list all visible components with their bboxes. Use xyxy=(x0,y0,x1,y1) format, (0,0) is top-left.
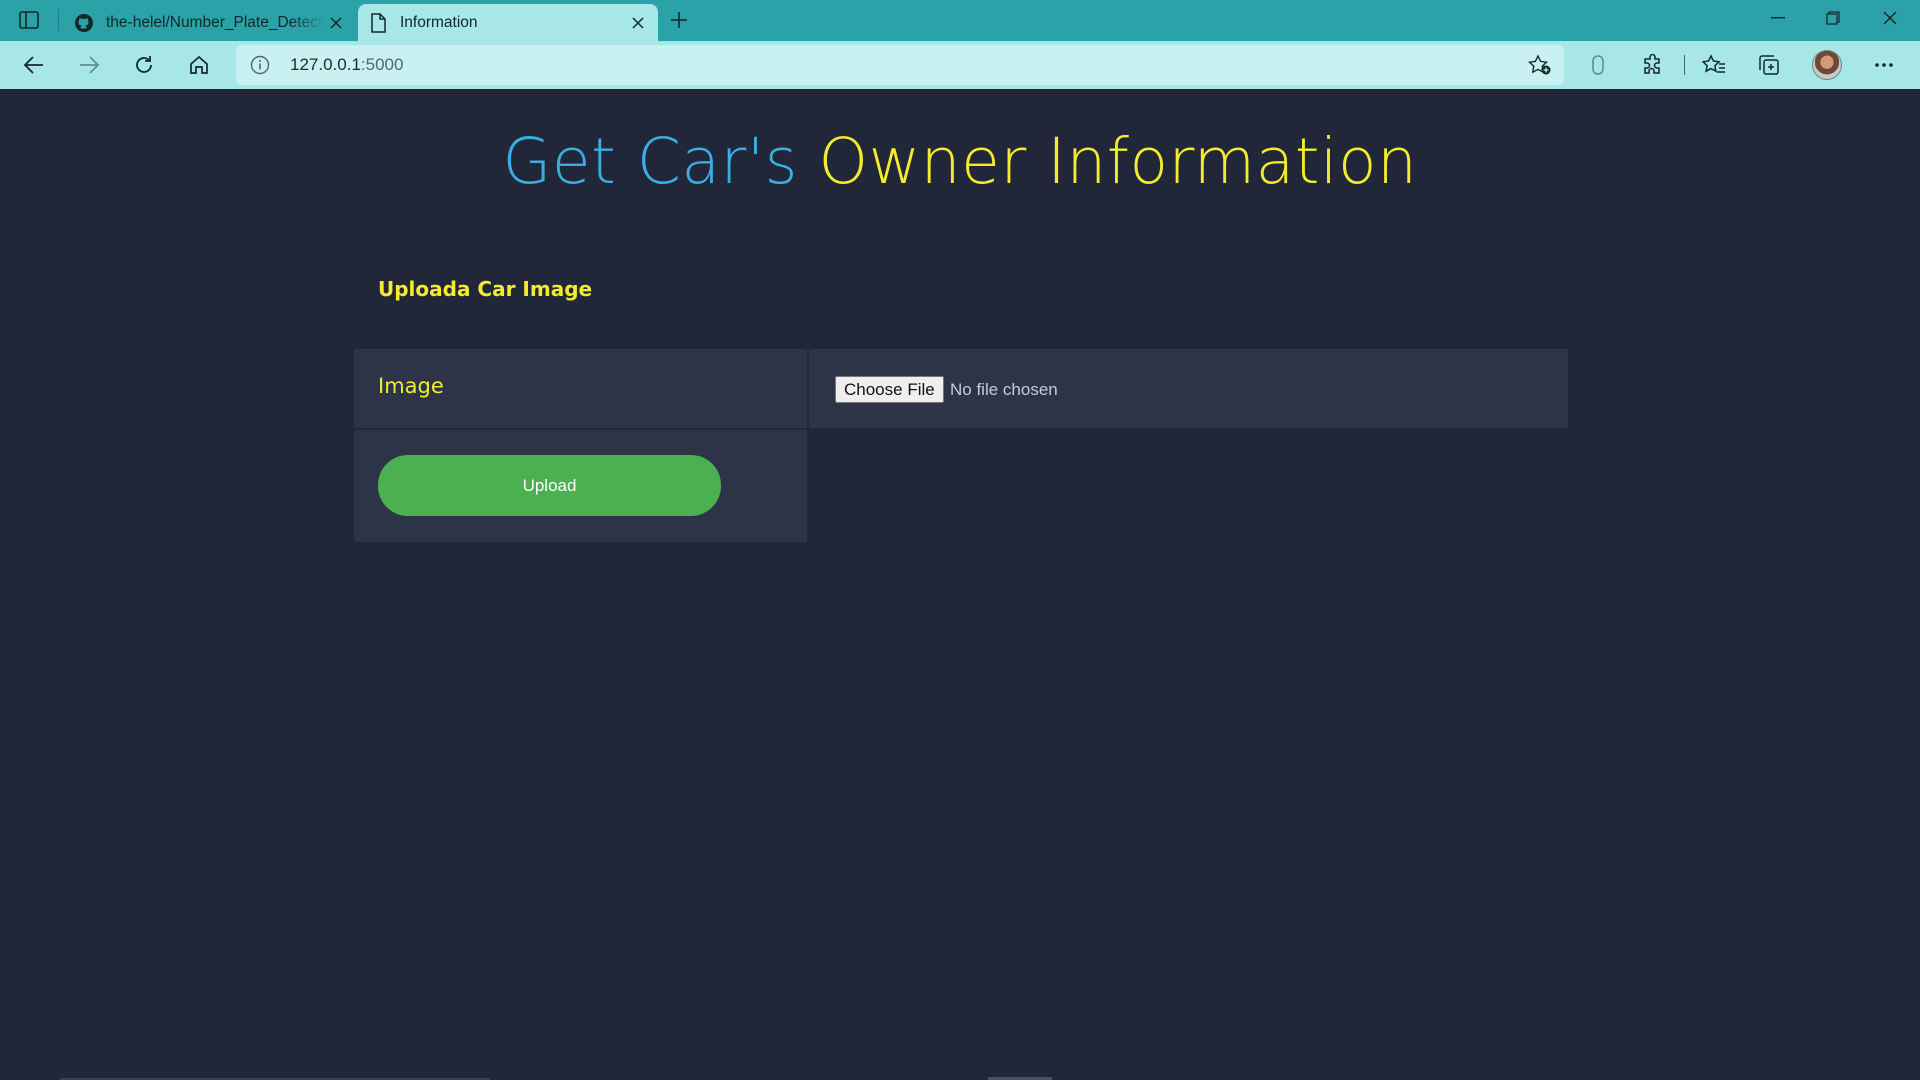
image-label-cell: Image xyxy=(354,349,807,428)
tab-actions-icon[interactable] xyxy=(14,8,44,32)
url-host: 127.0.0.1 xyxy=(290,55,361,74)
more-options-icon[interactable] xyxy=(1866,47,1902,83)
page-title-part2: Owner Information xyxy=(818,125,1418,198)
browser-toolbar: 127.0.0.1:5000 xyxy=(0,41,1920,89)
collections-icon[interactable] xyxy=(1751,47,1787,83)
tab-information[interactable]: Information xyxy=(358,4,658,41)
tab-github[interactable]: the-helel/Number_Plate_Detection xyxy=(64,4,356,41)
home-icon[interactable] xyxy=(181,47,217,83)
profile-avatar[interactable] xyxy=(1812,50,1842,80)
image-label: Image xyxy=(378,374,444,398)
info-icon[interactable] xyxy=(250,55,270,75)
reader-mode-icon[interactable] xyxy=(1580,47,1616,83)
page-title-part1: Get Car's xyxy=(502,125,798,198)
tab-title: Information xyxy=(400,13,478,31)
window-close-icon[interactable] xyxy=(1862,0,1918,36)
upload-button[interactable]: Upload xyxy=(378,455,721,516)
browser-tab-bar: the-helel/Number_Plate_Detection Informa… xyxy=(0,0,1920,41)
page-title: Get Car's Owner Information xyxy=(0,125,1920,198)
file-input-cell: Choose File No file chosen xyxy=(809,349,1568,428)
upload-section-heading: Uploada Car Image xyxy=(378,277,593,301)
url-text[interactable]: 127.0.0.1:5000 xyxy=(290,55,403,75)
add-favorite-icon[interactable] xyxy=(1528,54,1552,76)
close-tab-icon[interactable] xyxy=(324,11,348,35)
tab-title: the-helel/Number_Plate_Detection xyxy=(106,13,324,31)
refresh-icon[interactable] xyxy=(126,47,162,83)
back-arrow-icon[interactable] xyxy=(16,47,52,83)
file-status-text: No file chosen xyxy=(950,380,1058,399)
tab-separator xyxy=(58,9,59,31)
restore-icon[interactable] xyxy=(1805,0,1861,36)
address-bar[interactable]: 127.0.0.1:5000 xyxy=(236,45,1564,85)
toolbar-separator xyxy=(1684,55,1685,75)
choose-file-button[interactable]: Choose File xyxy=(835,376,944,403)
page-content: Get Car's Owner Information Uploada Car … xyxy=(0,89,1920,1080)
new-tab-icon[interactable] xyxy=(664,8,694,32)
github-icon xyxy=(74,13,94,33)
upload-button-cell: Upload xyxy=(354,430,807,542)
close-tab-icon[interactable] xyxy=(626,11,650,35)
forward-arrow-icon[interactable] xyxy=(71,47,107,83)
url-port: :5000 xyxy=(360,55,404,74)
minimize-icon[interactable] xyxy=(1750,0,1806,36)
extensions-icon[interactable] xyxy=(1635,47,1671,83)
page-icon xyxy=(368,12,388,33)
favorites-icon[interactable] xyxy=(1696,47,1732,83)
